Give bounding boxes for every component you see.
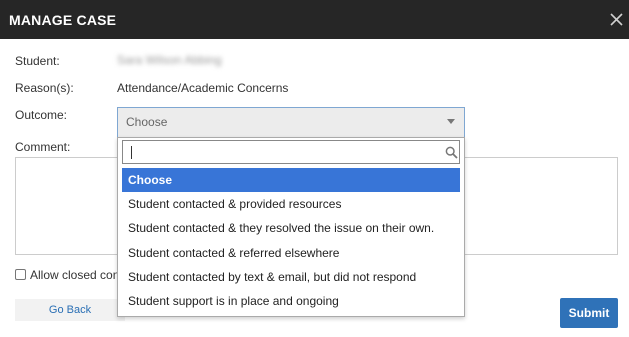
dropdown-option[interactable]: Student contacted & provided resources	[122, 192, 460, 216]
dropdown-option[interactable]: Student support is in place and ongoing	[122, 289, 460, 313]
allow-closed-checkbox[interactable]	[15, 269, 26, 280]
dropdown-option[interactable]: Student contacted & referred elsewhere	[122, 241, 460, 265]
reasons-value: Attendance/Academic Concerns	[117, 81, 289, 95]
outcome-selected-value: Choose	[126, 115, 168, 129]
dropdown-option[interactable]: Student contacted & they resolved the is…	[122, 216, 460, 240]
dropdown-option[interactable]: Student contacted by text & email, but d…	[122, 265, 460, 289]
comment-label: Comment:	[15, 140, 71, 154]
outcome-dropdown-panel: Choose Student contacted & provided reso…	[117, 137, 465, 317]
chevron-down-icon	[447, 119, 455, 124]
go-back-button[interactable]: Go Back	[15, 299, 125, 321]
student-name-value: Sara Wilson Abbing	[117, 53, 222, 67]
dropdown-search-input[interactable]	[122, 140, 460, 164]
student-label: Student:	[15, 54, 60, 68]
outcome-label: Outcome:	[15, 108, 68, 122]
dialog-title-bar: MANAGE CASE	[0, 0, 629, 39]
outcome-select[interactable]: Choose	[117, 107, 465, 137]
search-icon	[445, 146, 458, 159]
submit-button[interactable]: Submit	[560, 298, 618, 328]
dropdown-options-list: Choose Student contacted & provided reso…	[122, 168, 460, 313]
dropdown-option[interactable]: Choose	[122, 168, 460, 193]
allow-closed-label: Allow closed con	[30, 268, 120, 282]
text-cursor	[131, 146, 132, 159]
reasons-label: Reason(s):	[15, 81, 74, 95]
close-icon[interactable]	[608, 11, 625, 28]
dialog-title: MANAGE CASE	[9, 12, 117, 28]
